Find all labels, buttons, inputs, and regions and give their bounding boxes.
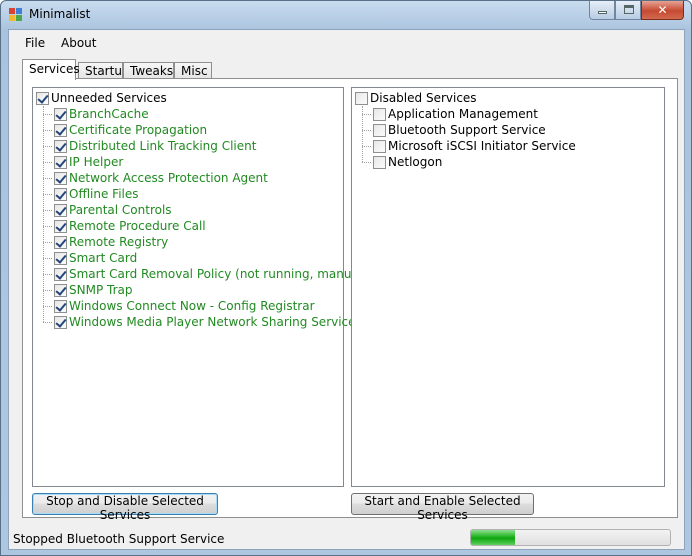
service-checkbox[interactable] <box>54 267 67 281</box>
service-checkbox[interactable] <box>54 299 67 313</box>
service-label: Windows Media Player Network Sharing Ser… <box>69 315 356 329</box>
tree-node[interactable]: Application Management <box>352 106 576 122</box>
disabled-services-list: Application Management Bluetooth Support … <box>352 106 576 170</box>
service-label: Smart Card Removal Policy (not running, … <box>69 267 367 281</box>
disabled-services-tree[interactable]: Disabled Services Application Management… <box>351 87 665 487</box>
tree-root-unneeded[interactable]: Unneeded Services <box>36 90 167 106</box>
tree-node[interactable]: Certificate Propagation <box>33 122 367 138</box>
tree-node[interactable]: Netlogon <box>352 154 576 170</box>
status-bar: Stopped Bluetooth Support Service <box>9 527 684 551</box>
tree-node[interactable]: Distributed Link Tracking Client <box>33 138 367 154</box>
service-label: SNMP Trap <box>69 283 133 297</box>
service-checkbox[interactable] <box>54 171 67 185</box>
unneeded-root-checkbox[interactable] <box>36 91 49 105</box>
service-checkbox[interactable] <box>54 219 67 233</box>
service-label: BranchCache <box>69 107 149 121</box>
tree-node[interactable]: Bluetooth Support Service <box>352 122 576 138</box>
service-checkbox[interactable] <box>373 155 386 169</box>
tab-misc[interactable]: Misc <box>174 62 212 79</box>
service-label: Remote Registry <box>69 235 169 249</box>
tree-node[interactable]: Windows Media Player Network Sharing Ser… <box>33 314 367 330</box>
menu-about[interactable]: About <box>61 36 96 50</box>
status-text: Stopped Bluetooth Support Service <box>13 532 225 546</box>
tree-node[interactable]: Parental Controls <box>33 202 367 218</box>
minimize-icon <box>598 11 607 14</box>
service-checkbox[interactable] <box>373 139 386 153</box>
service-checkbox[interactable] <box>54 139 67 153</box>
window-title: Minimalist <box>29 7 91 21</box>
tab-services[interactable]: Services <box>22 59 80 80</box>
service-checkbox[interactable] <box>54 203 67 217</box>
maximize-icon <box>624 5 634 14</box>
app-window: Minimalist ✕ File About Services Startup… <box>0 0 692 556</box>
tree-node[interactable]: Smart Card Removal Policy (not running, … <box>33 266 367 282</box>
progress-fill <box>471 530 515 545</box>
service-label: Application Management <box>388 107 538 121</box>
menu-bar: File About <box>9 30 684 55</box>
service-label: Network Access Protection Agent <box>69 171 268 185</box>
progress-bar <box>470 529 671 546</box>
service-label: Windows Connect Now - Config Registrar <box>69 299 315 313</box>
tree-node[interactable]: BranchCache <box>33 106 367 122</box>
tab-tweaks[interactable]: Tweaks <box>123 62 174 79</box>
service-label: Remote Procedure Call <box>69 219 206 233</box>
service-checkbox[interactable] <box>54 283 67 297</box>
tree-root-label: Unneeded Services <box>51 91 167 105</box>
tree-root-disabled[interactable]: Disabled Services <box>355 90 477 106</box>
title-bar[interactable]: Minimalist ✕ <box>1 1 691 29</box>
service-label: Netlogon <box>388 155 443 169</box>
close-icon: ✕ <box>657 3 668 17</box>
caption-buttons: ✕ <box>589 1 684 20</box>
unneeded-services-list: BranchCache Certificate Propagation Distri… <box>33 106 367 330</box>
service-checkbox[interactable] <box>54 187 67 201</box>
tree-node[interactable]: Remote Procedure Call <box>33 218 367 234</box>
service-checkbox[interactable] <box>54 123 67 137</box>
minimize-button[interactable] <box>589 1 615 20</box>
tree-node[interactable]: Remote Registry <box>33 234 367 250</box>
service-label: Distributed Link Tracking Client <box>69 139 257 153</box>
tree-node[interactable]: Network Access Protection Agent <box>33 170 367 186</box>
service-label: Parental Controls <box>69 203 172 217</box>
tab-startup[interactable]: Startup <box>78 62 130 79</box>
service-checkbox[interactable] <box>54 235 67 249</box>
tree-node[interactable]: Smart Card <box>33 250 367 266</box>
service-checkbox[interactable] <box>373 123 386 137</box>
tree-node[interactable]: Offline Files <box>33 186 367 202</box>
service-checkbox[interactable] <box>54 251 67 265</box>
service-label: Microsoft iSCSI Initiator Service <box>388 139 576 153</box>
service-checkbox[interactable] <box>54 155 67 169</box>
disabled-root-checkbox[interactable] <box>355 91 368 105</box>
unneeded-services-tree[interactable]: Unneeded Services BranchCache Certificate… <box>32 87 367 487</box>
maximize-button[interactable] <box>615 1 641 20</box>
client-area: File About Services Startup Tweaks Misc … <box>8 29 685 550</box>
service-label: Smart Card <box>69 251 138 265</box>
tree-node[interactable]: IP Helper <box>33 154 367 170</box>
service-checkbox[interactable] <box>373 107 386 121</box>
service-label: Bluetooth Support Service <box>388 123 546 137</box>
start-enable-button[interactable]: Start and Enable Selected Services <box>351 493 534 522</box>
service-label: Certificate Propagation <box>69 123 208 137</box>
close-button[interactable]: ✕ <box>641 1 684 20</box>
service-label: IP Helper <box>69 155 124 169</box>
services-tab-page: Unneeded Services BranchCache Certificate… <box>22 78 678 522</box>
tree-root-label: Disabled Services <box>370 91 477 105</box>
tree-node[interactable]: Windows Connect Now - Config Registrar <box>33 298 367 314</box>
service-label: Offline Files <box>69 187 139 201</box>
service-checkbox[interactable] <box>54 107 67 121</box>
tree-node[interactable]: Microsoft iSCSI Initiator Service <box>352 138 576 154</box>
stop-disable-button[interactable]: Stop and Disable Selected Services <box>32 493 218 522</box>
menu-file[interactable]: File <box>25 36 45 50</box>
tree-node[interactable]: SNMP Trap <box>33 282 367 298</box>
app-icon <box>9 8 23 22</box>
service-checkbox[interactable] <box>54 315 67 329</box>
